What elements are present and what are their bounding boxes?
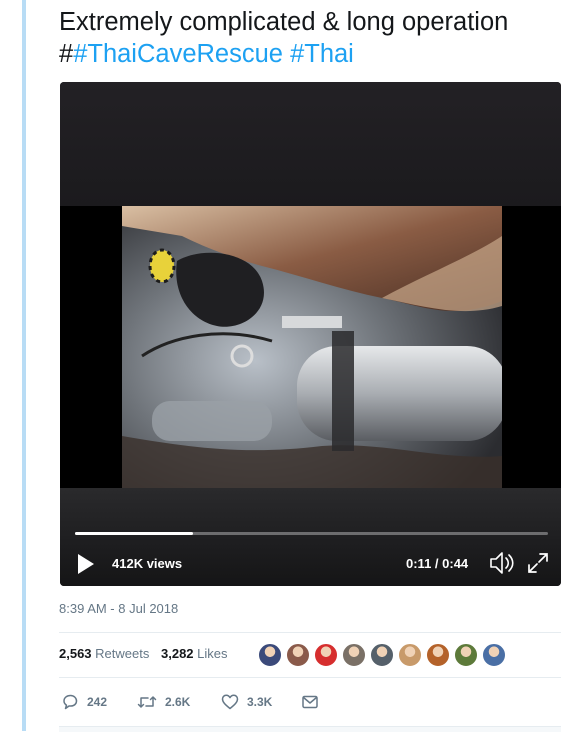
- tweet-text-line1: Extremely complicated & long operation: [59, 8, 509, 36]
- avatar-1[interactable]: [258, 643, 282, 667]
- likes-count: 3,282: [161, 646, 194, 661]
- hashtag-thai[interactable]: #Thai: [290, 40, 354, 68]
- envelope-icon: [302, 695, 318, 709]
- avatar-3[interactable]: [314, 643, 338, 667]
- direct-message-button[interactable]: [301, 693, 319, 711]
- video-frame: [122, 206, 502, 488]
- avatar-6[interactable]: [398, 643, 422, 667]
- retweets-stat[interactable]: 2,563 Retweets: [59, 646, 149, 661]
- video-time: 0:11 / 0:44: [406, 556, 469, 571]
- tweet-timestamp[interactable]: 8:39 AM - 8 Jul 2018: [59, 601, 178, 616]
- retweets-label: Retweets: [95, 646, 150, 661]
- view-count: 412K views: [112, 556, 183, 571]
- likes-label: Likes: [197, 646, 228, 661]
- like-button[interactable]: 3.3K: [221, 693, 272, 711]
- video-progress-bar[interactable]: [75, 532, 548, 535]
- divider: [59, 632, 561, 633]
- reply-button[interactable]: 242: [61, 693, 107, 711]
- reply-icon: [63, 694, 78, 710]
- avatar-2[interactable]: [286, 643, 310, 667]
- hashtag-thaicaverescue[interactable]: #ThaiCaveRescue: [73, 40, 283, 68]
- retweet-button[interactable]: 2.6K: [137, 693, 190, 711]
- video-player[interactable]: 412K views 0:11 / 0:44: [60, 82, 561, 586]
- divider: [59, 677, 561, 678]
- volume-icon: [490, 552, 514, 574]
- tweet-text: Extremely complicated & long operation #…: [59, 6, 569, 70]
- thread-rail: [22, 0, 26, 731]
- volume-button[interactable]: [488, 550, 516, 576]
- avatar-8[interactable]: [454, 643, 478, 667]
- hash-prefix: #: [59, 40, 74, 68]
- fullscreen-icon: [528, 553, 548, 573]
- likes-stat[interactable]: 3,282 Likes: [161, 646, 228, 661]
- avatar-9[interactable]: [482, 643, 506, 667]
- avatar-4[interactable]: [342, 643, 366, 667]
- retweets-count: 2,563: [59, 646, 92, 661]
- retweet-icon: [137, 696, 157, 708]
- avatar-5[interactable]: [370, 643, 394, 667]
- tweet-stats: 2,563 Retweets 3,282 Likes: [59, 646, 236, 661]
- video-letterbox-bottom: [60, 488, 561, 586]
- reply-count: 242: [87, 695, 108, 709]
- heart-icon: [221, 694, 239, 710]
- video-letterbox-top: [60, 82, 561, 206]
- retweet-count: 2.6K: [165, 695, 191, 709]
- play-icon: [78, 554, 94, 574]
- video-progress-fill: [75, 532, 194, 535]
- reply-area-edge: [59, 726, 561, 732]
- play-button[interactable]: [74, 552, 98, 576]
- like-count: 3.3K: [247, 695, 273, 709]
- avatar-7[interactable]: [426, 643, 450, 667]
- video-frame-image: [122, 206, 502, 488]
- fullscreen-button[interactable]: [526, 551, 550, 575]
